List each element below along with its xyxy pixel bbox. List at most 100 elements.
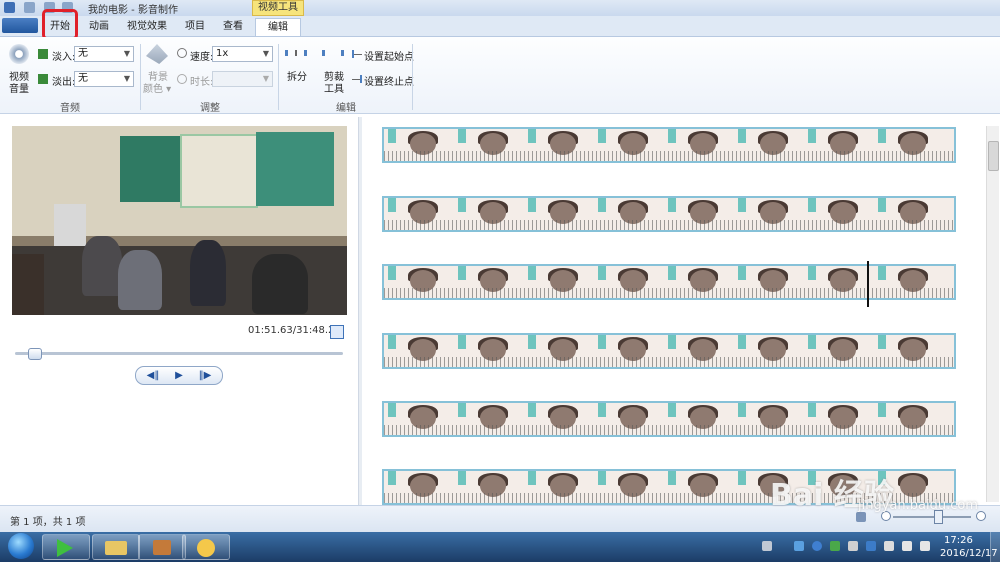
speed-label: 速度: bbox=[190, 52, 214, 63]
clock-date[interactable]: 2016/12/17 bbox=[940, 548, 998, 559]
adjust-group-label: 调整 bbox=[200, 103, 220, 114]
fade-out-value: 无 bbox=[78, 73, 88, 84]
fullscreen-icon[interactable] bbox=[330, 325, 344, 339]
tray-icon[interactable] bbox=[848, 541, 858, 551]
audio-waveform bbox=[384, 425, 954, 435]
watermark-url: jingyan.baidu.com bbox=[858, 498, 978, 513]
fade-out-select[interactable]: 无 ▼ bbox=[74, 71, 134, 87]
speaker-icon[interactable] bbox=[9, 44, 29, 64]
storyboard-strip[interactable] bbox=[382, 333, 956, 369]
play-icon bbox=[57, 539, 73, 557]
start-button[interactable] bbox=[8, 533, 34, 559]
edit-group-label: 编辑 bbox=[336, 103, 356, 114]
window-title: 我的电影 - 影音制作 bbox=[88, 5, 178, 16]
duration-label: 时长: bbox=[190, 77, 214, 88]
chevron-down-icon: ▼ bbox=[262, 74, 269, 83]
chevron-down-icon: ▼ bbox=[123, 49, 130, 58]
folder-icon bbox=[105, 541, 127, 555]
save-icon[interactable] bbox=[24, 2, 35, 13]
tab-highlight-box bbox=[42, 9, 78, 40]
set-start-icon bbox=[352, 50, 362, 58]
fade-in-select[interactable]: 无 ▼ bbox=[74, 46, 134, 62]
split-label[interactable]: 拆分 bbox=[287, 68, 307, 83]
storyboard-strip[interactable] bbox=[382, 264, 956, 300]
trim-tool-icon[interactable] bbox=[322, 50, 344, 56]
storyboard-strip[interactable] bbox=[382, 401, 956, 437]
set-start-point-button[interactable]: 设置起始点 bbox=[364, 48, 414, 63]
trim-tool-label-2[interactable]: 工具 bbox=[324, 80, 344, 95]
tab-edit[interactable]: 编辑 bbox=[255, 18, 301, 36]
split-icon[interactable] bbox=[285, 50, 307, 56]
fade-out-icon bbox=[38, 74, 48, 84]
storyboard-strip[interactable] bbox=[382, 196, 956, 232]
play-button[interactable]: ▶ bbox=[166, 367, 192, 384]
preview-person bbox=[12, 254, 44, 315]
bg-color-label-2[interactable]: 颜色 ▾ bbox=[143, 80, 171, 95]
audio-waveform bbox=[384, 357, 954, 367]
timecode: 01:51.63/31:48.27 bbox=[248, 325, 341, 336]
tab-animations[interactable]: 动画 bbox=[82, 18, 116, 35]
previous-frame-button[interactable]: ◀‖ bbox=[140, 367, 166, 384]
fade-in-label: 淡入: bbox=[52, 52, 76, 63]
bluetooth-icon[interactable] bbox=[794, 541, 804, 551]
show-desktop-button[interactable] bbox=[990, 532, 1000, 562]
ribbon-tab-row: 开始 动画 视觉效果 项目 查看 编辑 bbox=[0, 16, 1000, 37]
context-tab-label: 视频工具 bbox=[252, 0, 304, 16]
chevron-down-icon: ▼ bbox=[123, 74, 130, 83]
signal-icon[interactable] bbox=[902, 541, 912, 551]
video-volume-label-2[interactable]: 音量 bbox=[9, 80, 29, 95]
duration-icon bbox=[177, 74, 187, 84]
tab-view[interactable]: 查看 bbox=[216, 18, 250, 35]
preview-person bbox=[118, 250, 162, 310]
speed-icon bbox=[177, 48, 187, 58]
preview-person bbox=[190, 240, 226, 306]
preview-person bbox=[82, 236, 122, 296]
zoom-slider[interactable] bbox=[893, 516, 971, 518]
volume-icon[interactable] bbox=[920, 541, 930, 551]
speed-select[interactable]: 1x ▼ bbox=[212, 46, 273, 62]
app-icon bbox=[197, 539, 215, 557]
tab-visual-effects[interactable]: 视觉效果 bbox=[120, 18, 174, 35]
group-divider bbox=[278, 44, 279, 110]
storyboard-strip[interactable] bbox=[382, 127, 956, 163]
seek-bar[interactable] bbox=[15, 352, 343, 355]
scrollbar-thumb[interactable] bbox=[988, 141, 999, 171]
security-icon[interactable] bbox=[830, 541, 840, 551]
item-count: 第 1 项，共 1 项 bbox=[10, 517, 86, 528]
set-end-point-button[interactable]: 设置终止点 bbox=[364, 73, 414, 88]
chevron-down-icon: ▼ bbox=[262, 49, 269, 58]
app-icon[interactable] bbox=[4, 2, 15, 13]
audio-group-label: 音频 bbox=[60, 103, 80, 114]
taskbar-explorer[interactable] bbox=[92, 534, 140, 560]
taskbar-app[interactable] bbox=[182, 534, 230, 560]
playhead[interactable] bbox=[867, 261, 869, 307]
audio-waveform bbox=[384, 151, 954, 161]
fade-in-value: 无 bbox=[78, 48, 88, 59]
taskbar-movie-maker[interactable] bbox=[138, 534, 186, 560]
shield-icon[interactable] bbox=[866, 541, 876, 551]
movie-maker-icon bbox=[153, 540, 171, 555]
storyboard-scrollbar[interactable] bbox=[986, 126, 999, 502]
preview-poster bbox=[120, 136, 180, 202]
taskbar-media-player[interactable] bbox=[42, 534, 90, 560]
fade-in-icon bbox=[38, 49, 48, 59]
group-divider bbox=[140, 44, 141, 110]
playback-controls: ◀‖ ▶ ‖▶ bbox=[135, 366, 223, 385]
panel-splitter[interactable] bbox=[358, 117, 362, 505]
audio-waveform bbox=[384, 220, 954, 230]
preview-poster bbox=[180, 134, 258, 208]
video-preview[interactable] bbox=[12, 126, 347, 315]
set-end-icon bbox=[352, 75, 362, 83]
clock-time[interactable]: 17:26 bbox=[944, 535, 973, 546]
group-divider bbox=[412, 44, 413, 110]
tab-project[interactable]: 项目 bbox=[178, 18, 212, 35]
next-frame-button[interactable]: ‖▶ bbox=[192, 367, 218, 384]
seek-handle[interactable] bbox=[28, 348, 43, 360]
app-menu-button[interactable] bbox=[2, 18, 38, 33]
wifi-icon[interactable] bbox=[884, 541, 894, 551]
speed-value: 1x bbox=[216, 48, 229, 59]
network-icon[interactable] bbox=[812, 541, 822, 551]
duration-select: ▼ bbox=[212, 71, 273, 87]
keyboard-icon[interactable] bbox=[762, 541, 772, 551]
preview-person bbox=[252, 254, 308, 314]
